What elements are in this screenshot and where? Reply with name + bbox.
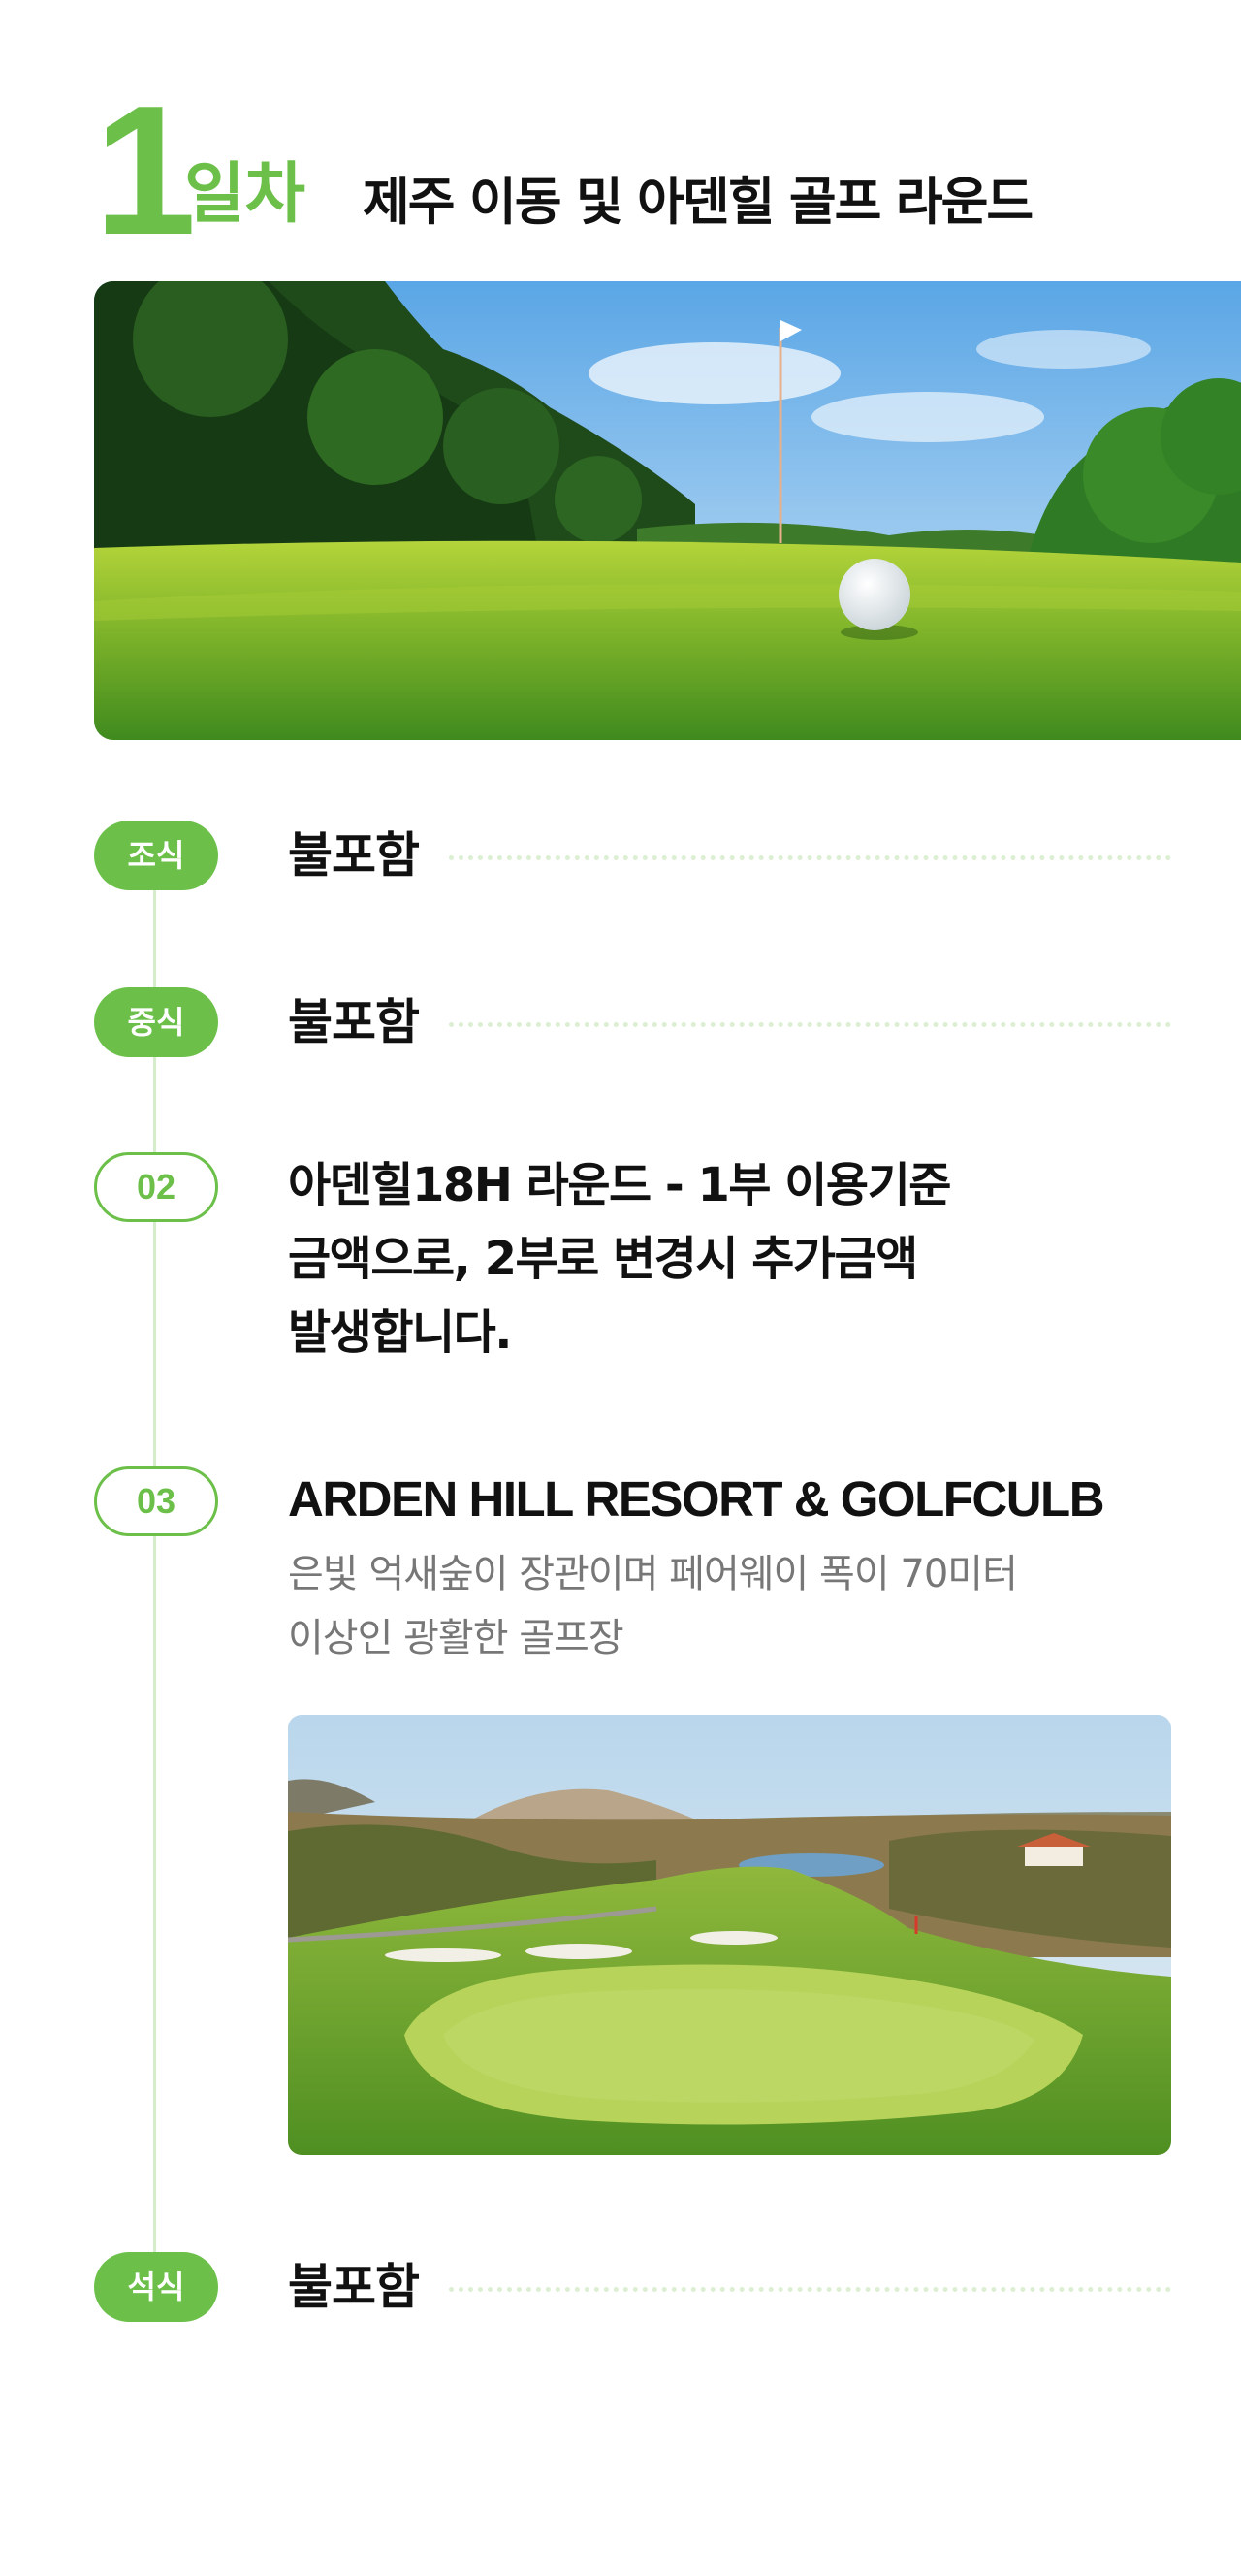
step-02-line-2: 금액으로, 2부로 변경시 추가금액: [288, 1232, 918, 1286]
day-number: 1: [94, 68, 197, 274]
resort-description-line-2: 이상인 광활한 골프장: [288, 1616, 624, 1660]
dinner-badge: 석식: [94, 2252, 218, 2322]
golf-ball-on-green-photo: [94, 281, 1241, 740]
resort-title: ARDEN HILL RESORT & GOLFCULB: [288, 1471, 1105, 1527]
lunch-badge: 중식: [94, 987, 218, 1057]
lunch-text: 불포함: [288, 994, 420, 1050]
dinner-divider: [449, 2287, 1171, 2292]
day-title: 제주 이동 및 아덴힐 골프 라운드: [363, 173, 1034, 232]
breakfast-badge: 조식: [94, 821, 218, 890]
day-header: 1 일차 제주 이동 및 아덴힐 골프 라운드: [94, 68, 1161, 274]
dinner-text: 불포함: [288, 2259, 420, 2315]
lunch-divider: [449, 1022, 1171, 1027]
step-02-badge: 02: [94, 1152, 218, 1222]
resort-description-line-1: 은빛 억새숲이 장관이며 페어웨이 폭이 70미터: [288, 1552, 1018, 1596]
step-03-badge: 03: [94, 1466, 218, 1536]
timeline-line: [153, 853, 156, 2279]
step-02-line-1: 아덴힐18H 라운드 - 1부 이용기준: [288, 1158, 951, 1212]
resort-description: 은빛 억새숲이 장관이며 페어웨이 폭이 70미터 이상인 광활한 골프장: [288, 1542, 1161, 1670]
day-suffix: 일차: [184, 156, 306, 233]
arden-hill-golf-course-photo: [288, 1715, 1171, 2155]
step-02-line-3: 발생합니다.: [288, 1305, 513, 1360]
step-02-description: 아덴힐18H 라운드 - 1부 이용기준 금액으로, 2부로 변경시 추가금액 …: [288, 1148, 1141, 1369]
breakfast-divider: [449, 855, 1171, 860]
breakfast-text: 불포함: [288, 827, 420, 884]
